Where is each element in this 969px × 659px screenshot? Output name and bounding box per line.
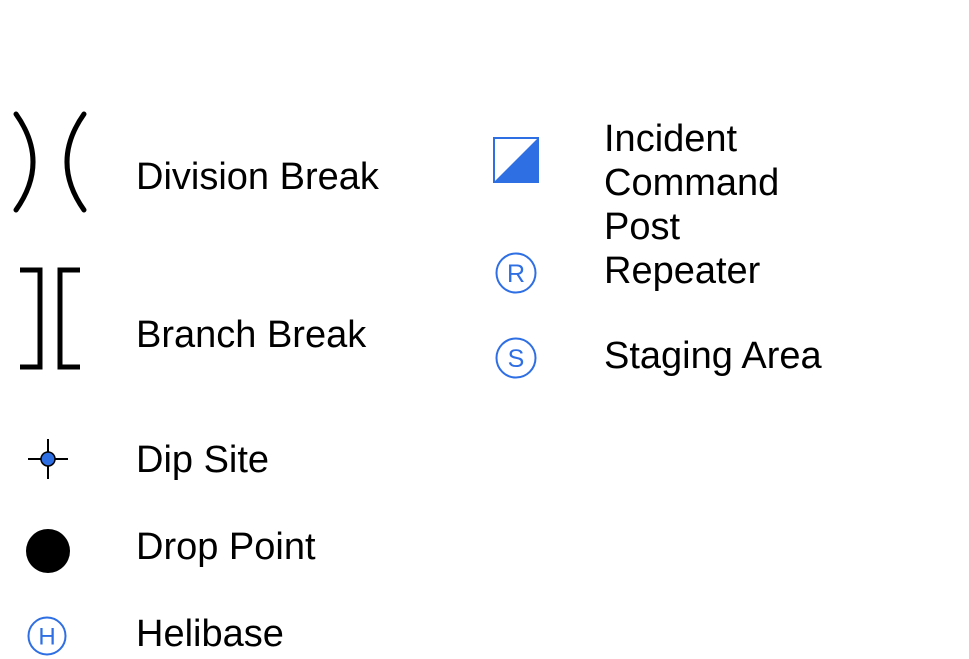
incident-command-post-label-line-2: Command Post <box>604 162 780 248</box>
incident-command-post-label-line-1: Incident <box>604 118 738 160</box>
legend-label-repeater: Repeater <box>604 250 761 292</box>
legend-label-drop-point: Drop Point <box>136 526 316 568</box>
division-break-icon <box>13 111 87 213</box>
repeater-letter: R <box>507 260 525 288</box>
dip-site-icon <box>28 439 68 479</box>
drop-point-icon <box>26 529 70 573</box>
legend-label-division-break: Division Break <box>136 156 379 198</box>
legend-label-branch-break: Branch Break <box>136 314 367 356</box>
legend-label-staging-area: Staging Area <box>604 335 822 377</box>
incident-command-post-icon <box>493 137 539 183</box>
helibase-icon: H <box>27 616 67 656</box>
legend-label-dip-site: Dip Site <box>136 439 270 481</box>
legend-label-helibase: Helibase <box>136 613 284 655</box>
legend-label-incident-command-post: Incident Command Post <box>604 117 779 249</box>
repeater-icon: R <box>495 252 537 294</box>
staging-area-icon: S <box>495 337 537 379</box>
branch-break-icon <box>20 267 80 370</box>
helibase-letter: H <box>38 624 55 651</box>
staging-area-letter: S <box>508 345 525 373</box>
